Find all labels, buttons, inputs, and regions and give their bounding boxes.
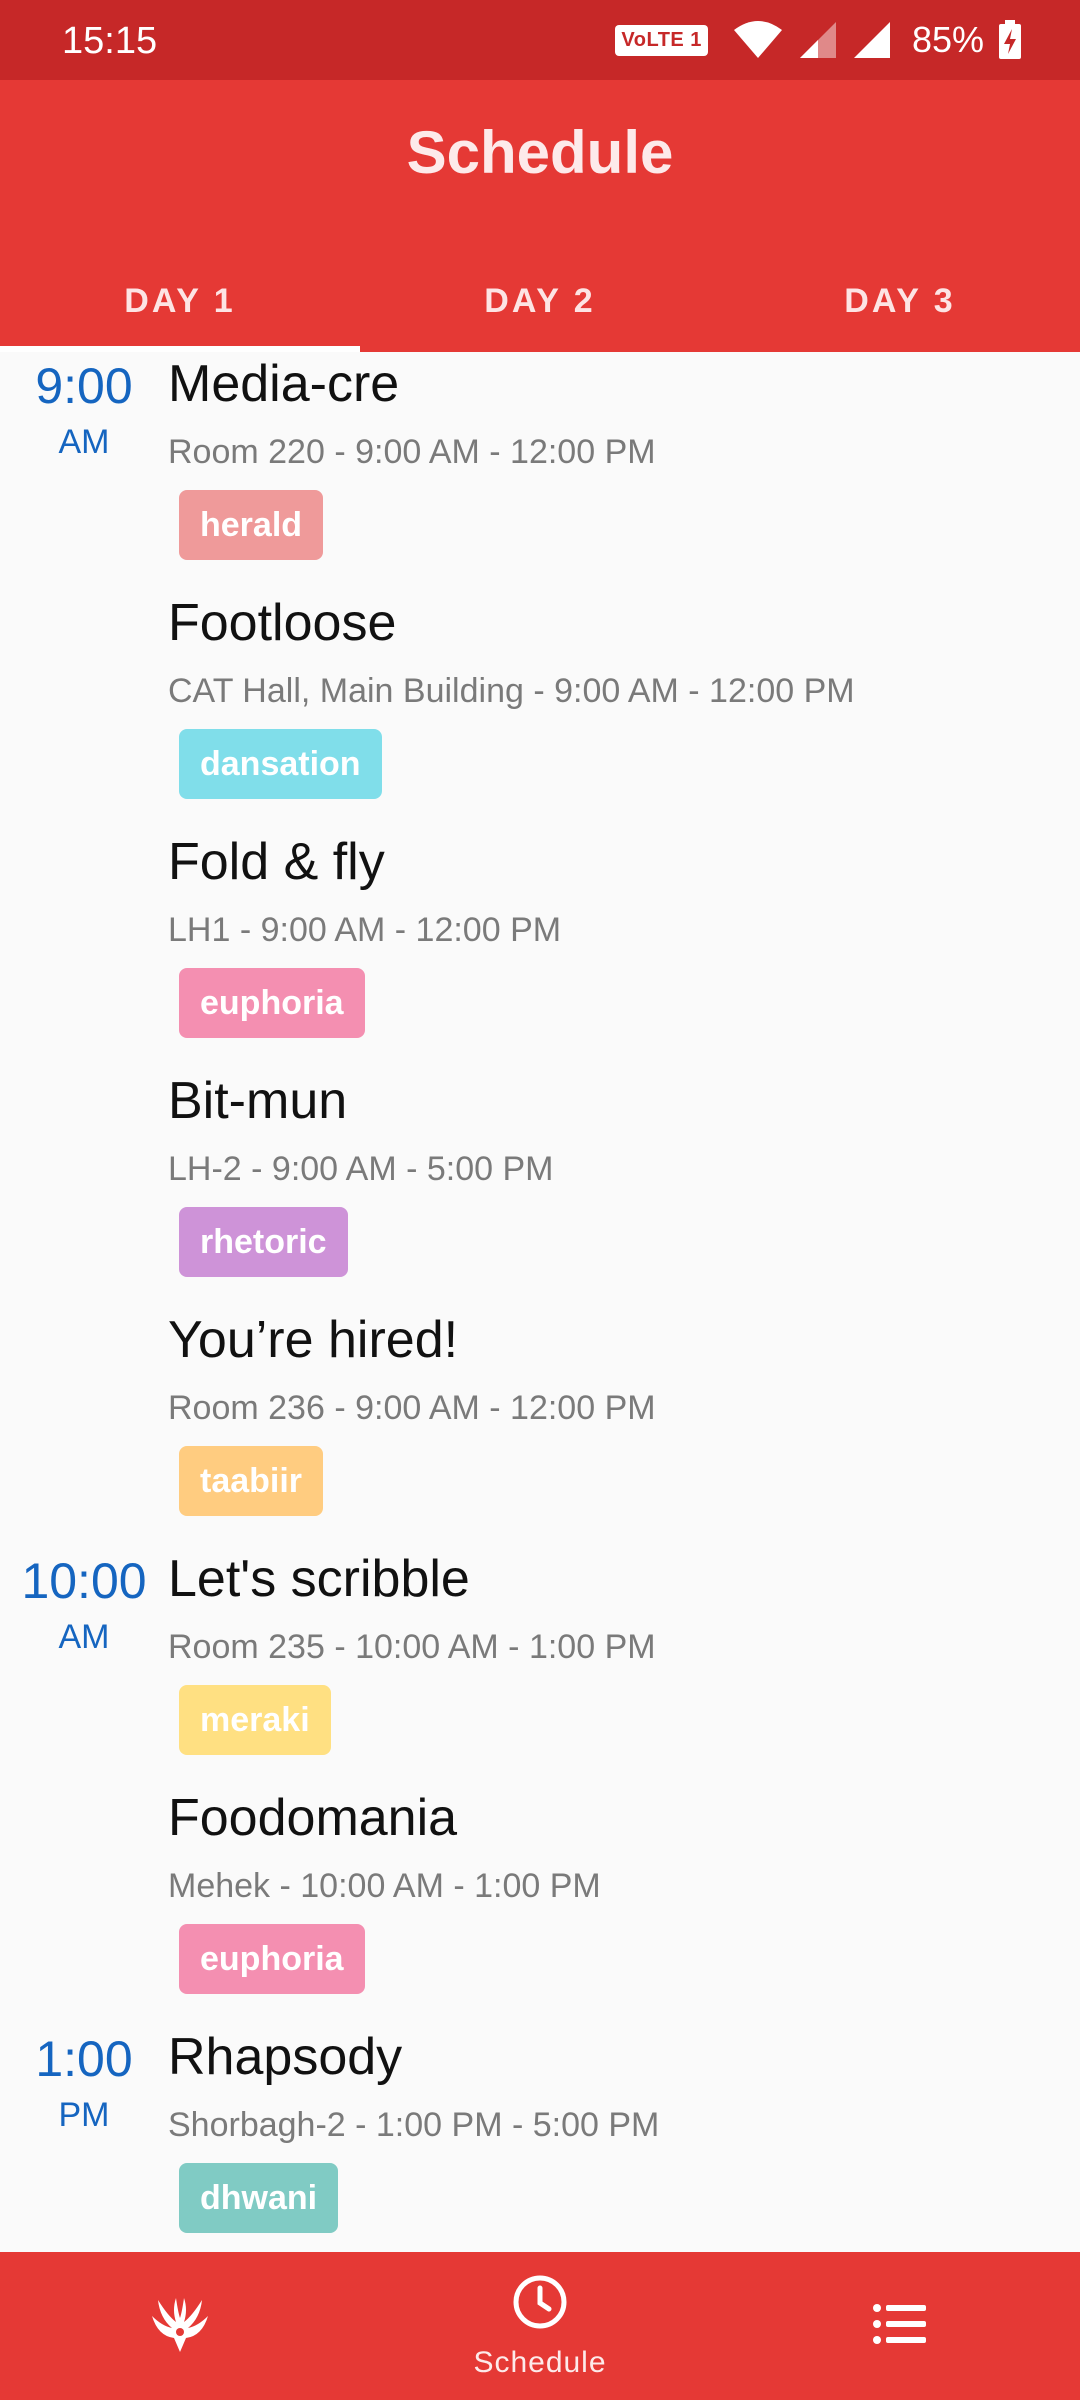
event-details: Room 220 - 9:00 AM - 12:00 PM [168, 433, 656, 471]
clock-icon [511, 2273, 569, 2336]
event-title: Footloose [168, 594, 397, 652]
category-tag: euphoria [179, 968, 365, 1038]
event-item[interactable]: Fold & fly LH1 - 9:00 AM - 12:00 PM euph… [0, 830, 1080, 1069]
event-details: Shorbagh-2 - 1:00 PM - 5:00 PM [168, 2106, 660, 2144]
event-details: CAT Hall, Main Building - 9:00 AM - 12:0… [168, 672, 855, 710]
event-title: Rhapsody [168, 2028, 403, 2086]
category-tag: dhwani [179, 2163, 339, 2233]
event-title: Fold & fly [168, 833, 385, 891]
status-bar: 15:15 VoLTE 1 85% [0, 0, 1080, 80]
nav-home[interactable] [110, 2252, 250, 2400]
time-label: 1:00 [35, 2031, 133, 2087]
category-tag: rhetoric [179, 1207, 348, 1277]
time-label: 10:00 [21, 1553, 147, 1609]
event-details: Mehek - 10:00 AM - 1:00 PM [168, 1867, 601, 1905]
event-title: You’re hired! [168, 1311, 459, 1369]
event-item[interactable]: Footloose CAT Hall, Main Building - 9:00… [0, 591, 1080, 830]
tab-day-1[interactable]: DAY 1 [0, 270, 360, 352]
event-item[interactable]: 10:00 AM Let's scribble Room 235 - 10:00… [0, 1547, 1080, 1786]
time-period: PM [58, 2096, 110, 2134]
time-period: AM [58, 423, 110, 461]
event-item[interactable]: You’re hired! Room 236 - 9:00 AM - 12:00… [0, 1308, 1080, 1547]
event-title: Bit-mun [168, 1072, 348, 1130]
event-details: Room 235 - 10:00 AM - 1:00 PM [168, 1628, 656, 1666]
time-period: AM [58, 1618, 110, 1656]
tab-day-3[interactable]: DAY 3 [720, 270, 1080, 352]
category-tag: euphoria [179, 1924, 365, 1994]
event-item[interactable]: 1:00 PM Rhapsody Shorbagh-2 - 1:00 PM - … [0, 2025, 1080, 2252]
bottom-navigation: Schedule [0, 2252, 1080, 2400]
schedule-list[interactable]: 9:00 AM Media-cre Room 220 - 9:00 AM - 1… [0, 352, 1080, 2252]
time-slot: 1:00 PM [0, 2031, 168, 2137]
event-details: Room 236 - 9:00 AM - 12:00 PM [168, 1389, 656, 1427]
tab-day-2[interactable]: DAY 2 [360, 270, 720, 352]
signal-icon [798, 20, 838, 60]
battery-charging-icon [998, 20, 1022, 60]
category-tag: herald [179, 490, 324, 560]
time-slot: 9:00 AM [0, 358, 168, 464]
nav-schedule-label: Schedule [473, 2345, 607, 2379]
event-item[interactable]: Foodomania Mehek - 10:00 AM - 1:00 PM eu… [0, 1786, 1080, 2025]
app-bar: Schedule DAY 1 DAY 2 DAY 3 [0, 80, 1080, 352]
event-title: Foodomania [168, 1789, 458, 1847]
event-item[interactable]: Bit-mun LH-2 - 9:00 AM - 5:00 PM rhetori… [0, 1069, 1080, 1308]
battery-percent: 85% [911, 19, 984, 60]
nav-list[interactable] [830, 2252, 970, 2400]
phoenix-logo-icon [148, 2292, 212, 2361]
wifi-icon [732, 20, 784, 60]
page-title: Schedule [406, 119, 674, 186]
time-label: 9:00 [35, 358, 133, 414]
volte-badge: VoLTE 1 [615, 24, 708, 56]
status-icons: VoLTE 1 85% [615, 18, 1022, 62]
event-details: LH-2 - 9:00 AM - 5:00 PM [168, 1150, 554, 1188]
status-time: 15:15 [62, 20, 158, 62]
category-tag: taabiir [179, 1446, 324, 1516]
event-title: Let's scribble [168, 1550, 470, 1608]
nav-schedule[interactable]: Schedule [420, 2252, 660, 2400]
list-icon [872, 2302, 928, 2351]
day-tabs: DAY 1 DAY 2 DAY 3 [0, 270, 1080, 352]
signal-icon [852, 20, 892, 60]
event-title: Media-cre [168, 355, 400, 413]
time-slot: 10:00 AM [0, 1553, 168, 1659]
event-item[interactable]: 9:00 AM Media-cre Room 220 - 9:00 AM - 1… [0, 352, 1080, 591]
category-tag: meraki [179, 1685, 331, 1755]
event-details: LH1 - 9:00 AM - 12:00 PM [168, 911, 562, 949]
category-tag: dansation [179, 729, 382, 799]
